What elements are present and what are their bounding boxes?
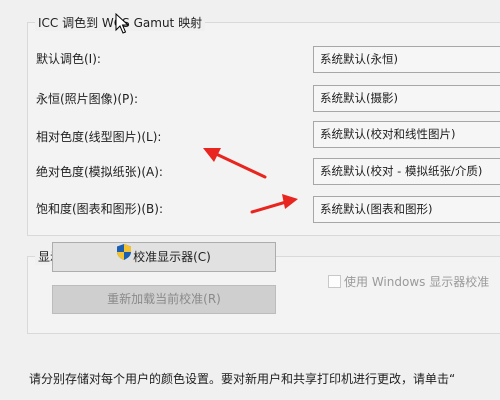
- annotation-arrows: [203, 148, 298, 214]
- mouse-cursor-icon: [115, 13, 130, 34]
- annotation-arrow-right: [250, 194, 298, 214]
- annotation-arrow-left: [203, 148, 267, 179]
